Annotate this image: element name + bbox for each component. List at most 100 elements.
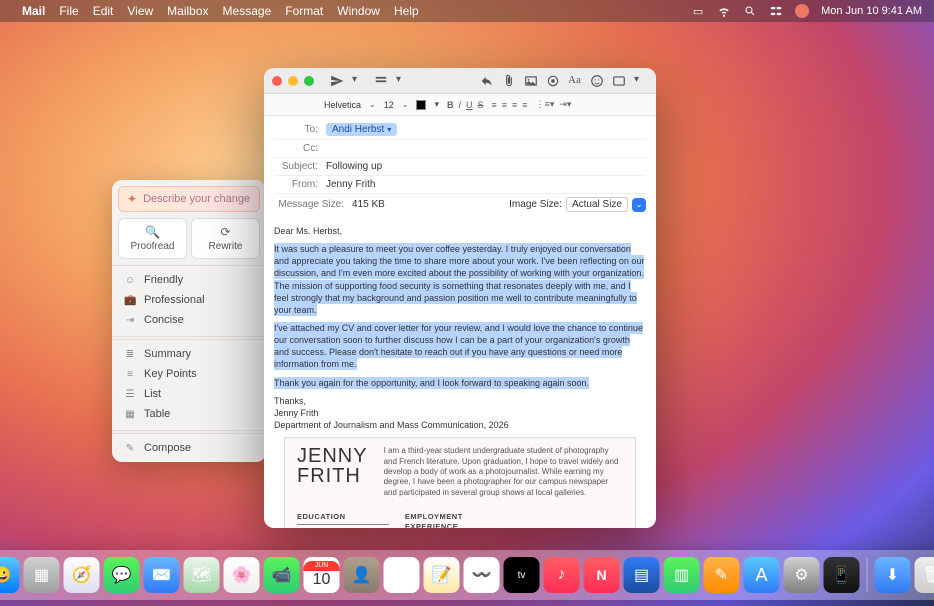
tone-professional[interactable]: 💼Professional [112,290,266,310]
dock-settings[interactable]: ⚙︎ [784,557,820,593]
chevron-down-icon[interactable]: ▾ [352,74,366,88]
user-icon[interactable] [795,4,809,18]
align-left-icon[interactable]: ≡ [492,100,497,110]
compose-titlebar[interactable]: ▾ ▾ Aa ▾ [264,68,656,94]
dock-iphone-mirror[interactable]: 📱 [824,557,860,593]
menu-mailbox[interactable]: Mailbox [167,4,208,18]
underline-button[interactable]: U [466,100,473,110]
menu-help[interactable]: Help [394,4,419,18]
dock-reminders[interactable]: ☑︎ [384,557,420,593]
menu-message[interactable]: Message [223,4,272,18]
list-bullet-icon[interactable]: ⋮≡▾ [536,99,555,110]
reply-icon[interactable] [480,74,494,88]
chevron-down-icon[interactable]: ▾ [634,74,648,88]
transform-keypoints[interactable]: ≡Key Points [112,364,266,384]
message-size-value: 415 KB [352,199,509,210]
chevron-down-icon[interactable]: ⌄ [369,100,376,109]
dock-calendar[interactable]: JUN 10 [304,557,340,593]
transform-table[interactable]: ▦Table [112,404,266,424]
align-center-icon[interactable]: ≡ [502,100,507,110]
format-icon[interactable]: Aa [568,74,582,88]
dock-news[interactable]: N [584,557,620,593]
text-color-swatch[interactable] [416,100,426,110]
menu-window[interactable]: Window [337,4,380,18]
dock-keynote[interactable]: ▤ [624,557,660,593]
bgcolor-icon[interactable]: ▾ [434,99,439,110]
dock-pages[interactable]: ✎ [704,557,740,593]
minimize-button[interactable] [288,76,298,86]
spotlight-icon[interactable] [743,4,757,18]
dock-music[interactable]: ♪ [544,557,580,593]
dock-launchpad[interactable]: ▦ [24,557,60,593]
close-button[interactable] [272,76,282,86]
zoom-button[interactable] [304,76,314,86]
describe-change-input[interactable]: ✦ Describe your change [118,186,260,212]
rewrite-icon: ⟳ [220,225,230,239]
transform-summary[interactable]: ≣Summary [112,344,266,364]
send-icon[interactable] [330,74,344,88]
compress-icon: ⇥ [124,315,136,326]
magnify-icon: 🔍 [145,225,160,239]
menu-edit[interactable]: Edit [93,4,114,18]
compose-action[interactable]: ✎Compose [112,438,266,458]
font-family-select[interactable]: Helvetica [324,100,361,110]
control-center-icon[interactable] [769,4,783,18]
resume-lastname: FRITH [297,466,368,486]
menu-format[interactable]: Format [285,4,323,18]
align-right-icon[interactable]: ≡ [512,100,517,110]
dock-notes[interactable]: 📝 [424,557,460,593]
emoji-icon[interactable] [590,74,604,88]
writing-tools-panel: ✦ Describe your change 🔍 Proofread ⟳ Rew… [112,180,266,462]
rewrite-button[interactable]: ⟳ Rewrite [191,218,260,259]
signature-name: Jenny Frith [274,408,319,418]
menubar-datetime[interactable]: Mon Jun 10 9:41 AM [821,5,922,17]
dock-freeform[interactable]: 〰️ [464,557,500,593]
transform-list[interactable]: ☰List [112,384,266,404]
tone-concise[interactable]: ⇥Concise [112,310,266,330]
image-size-dropdown-icon[interactable]: ⌄ [632,198,646,212]
tone-friendly[interactable]: ☺Friendly [112,270,266,290]
strike-button[interactable]: S [477,100,483,110]
recipient-chip[interactable]: Andi Herbst [326,123,397,136]
image-icon[interactable] [524,74,538,88]
dock-photos[interactable]: 🌸 [224,557,260,593]
subject-field[interactable]: Following up [326,161,646,172]
resume-attachment[interactable]: JENNY FRITH I am a third-year student un… [284,437,636,528]
dock-appstore[interactable]: A [744,557,780,593]
dock-mail[interactable]: ✉️ [144,557,180,593]
menu-app-name[interactable]: Mail [22,4,45,18]
photo-browser-icon[interactable] [612,74,626,88]
indent-icon[interactable]: ⇥▾ [559,99,571,110]
chevron-down-icon[interactable]: ▾ [396,74,410,88]
header-fields-icon[interactable] [374,74,388,88]
message-body[interactable]: Dear Ms. Herbst, It was such a pleasure … [264,219,656,528]
dock-maps[interactable]: 🗺 [184,557,220,593]
dock-contacts[interactable]: 👤 [344,557,380,593]
image-size-select[interactable]: Actual Size [566,197,628,212]
dock-trash[interactable]: 🗑 [915,557,934,593]
proofread-button[interactable]: 🔍 Proofread [118,218,187,259]
dock: 😀 ▦ 🧭 💬 ✉️ 🗺 🌸 📹 JUN 10 👤 ☑︎ 📝 〰️ tv ♪ N… [0,550,934,600]
wifi-icon[interactable] [717,4,731,18]
briefcase-icon: 💼 [124,295,136,306]
to-field[interactable]: Andi Herbst [326,123,646,136]
extension-icon[interactable] [546,74,560,88]
menu-file[interactable]: File [59,4,78,18]
dock-tv[interactable]: tv [504,557,540,593]
from-field[interactable]: Jenny Frith [326,179,646,190]
menu-view[interactable]: View [127,4,153,18]
dock-finder[interactable]: 😀 [0,557,20,593]
dock-numbers[interactable]: ▥ [664,557,700,593]
dock-messages[interactable]: 💬 [104,557,140,593]
describe-change-placeholder: Describe your change [143,193,250,205]
chevron-down-icon[interactable]: ⌄ [402,100,409,109]
italic-button[interactable]: I [458,100,461,110]
dock-downloads[interactable]: ⬇︎ [875,557,911,593]
dock-facetime[interactable]: 📹 [264,557,300,593]
dock-safari[interactable]: 🧭 [64,557,100,593]
bold-button[interactable]: B [447,100,454,110]
align-justify-icon[interactable]: ≡ [522,100,527,110]
battery-icon[interactable]: ▭ [691,4,705,18]
font-size-select[interactable]: 12 [384,100,394,110]
attach-icon[interactable] [502,74,516,88]
